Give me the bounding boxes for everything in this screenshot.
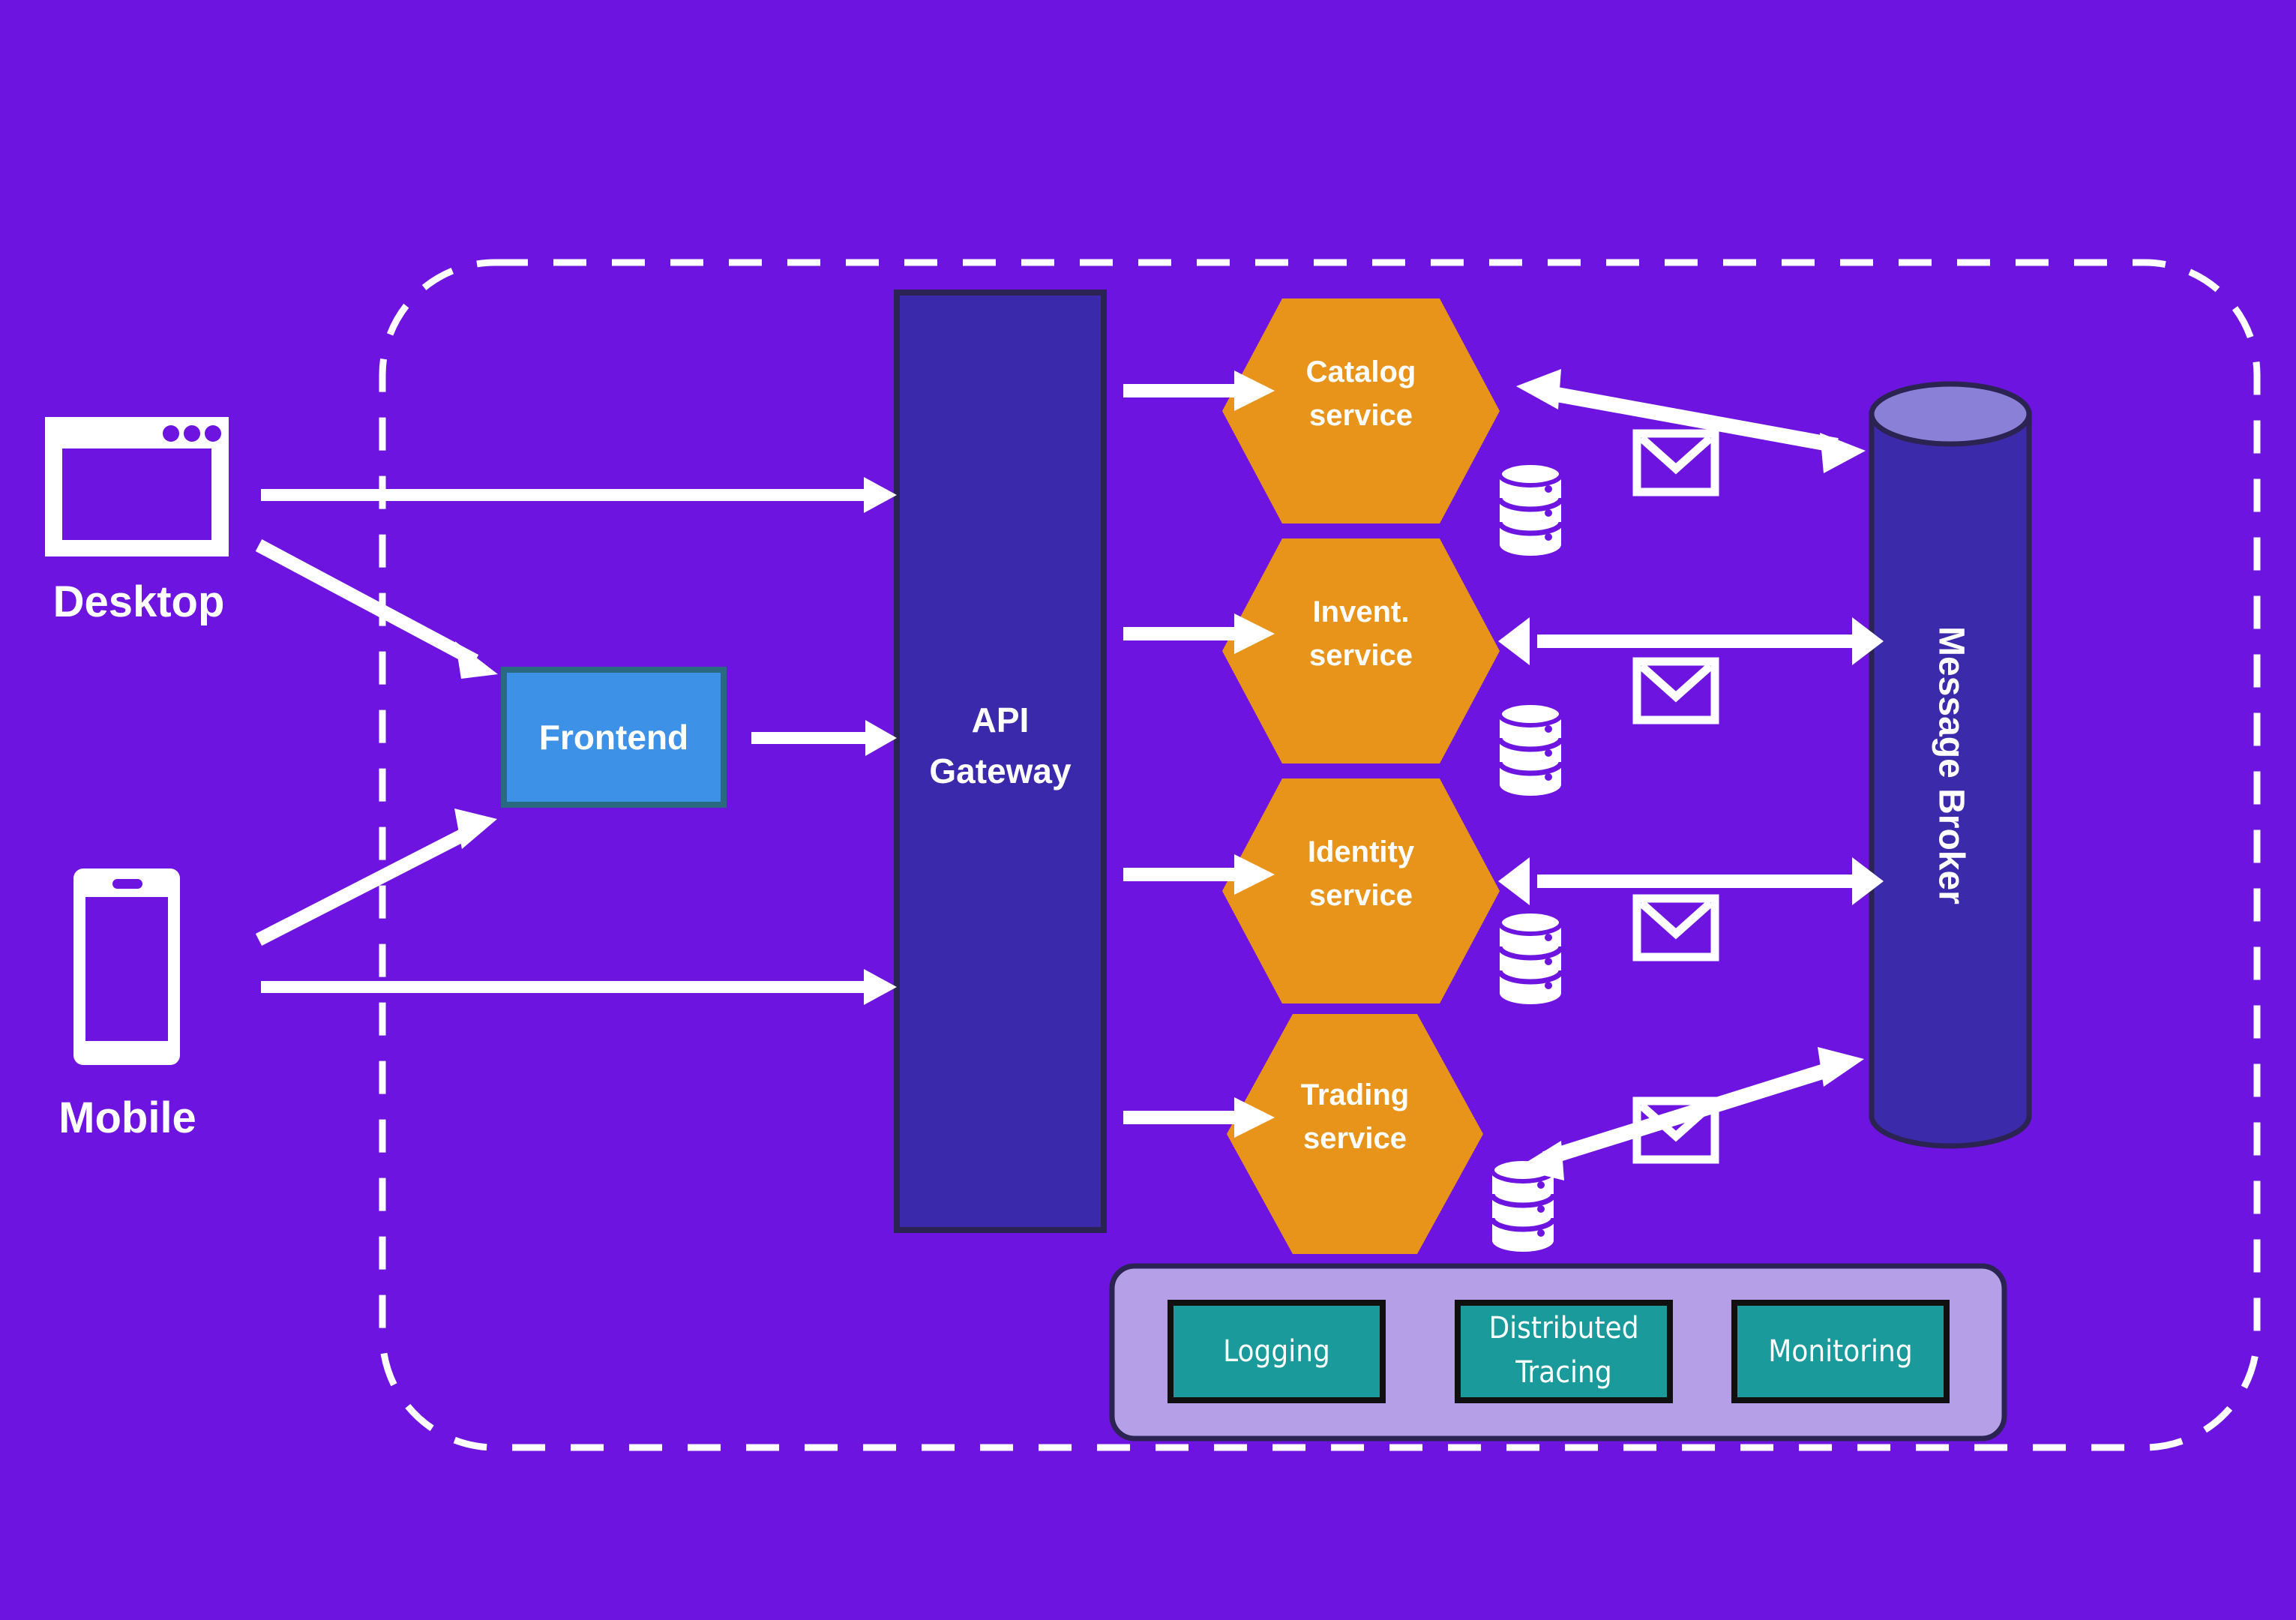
arrow-desktop-to-frontend — [255, 539, 498, 679]
diagram-svg-layer — [45, 259, 2261, 1451]
arrow-mobile-to-gateway — [261, 969, 897, 1005]
client-node-desktop[interactable] — [41, 412, 232, 562]
service-hexagon-catalog[interactable] — [1222, 298, 1500, 524]
envelope-icon — [1632, 894, 1719, 962]
database-icon — [1497, 909, 1564, 1004]
frontend-box[interactable] — [501, 667, 727, 808]
api-gateway-box[interactable] — [894, 290, 1107, 1233]
envelope-icon — [1632, 429, 1719, 496]
architecture-diagram-canvas: Desktop Mobile Frontend API Gateway Cata… — [0, 0, 2296, 1620]
arrow-frontend-to-gateway — [751, 720, 897, 756]
arrow-mobile-to-frontend — [255, 808, 497, 946]
observability-box-monitoring[interactable] — [1731, 1300, 1950, 1403]
database-icon — [1497, 460, 1564, 556]
observability-box-tracing[interactable] — [1455, 1300, 1673, 1403]
service-hexagon-trading[interactable] — [1227, 1014, 1483, 1254]
arrow-desktop-to-gateway — [261, 477, 897, 513]
message-broker-cylinder[interactable] — [1869, 381, 2032, 1149]
client-node-mobile[interactable] — [71, 864, 184, 1070]
service-hexagon-inventory[interactable] — [1222, 538, 1500, 764]
database-icon — [1497, 700, 1564, 796]
observability-box-logging[interactable] — [1167, 1300, 1386, 1403]
service-hexagon-identity[interactable] — [1222, 778, 1500, 1004]
envelope-icon — [1632, 657, 1719, 724]
